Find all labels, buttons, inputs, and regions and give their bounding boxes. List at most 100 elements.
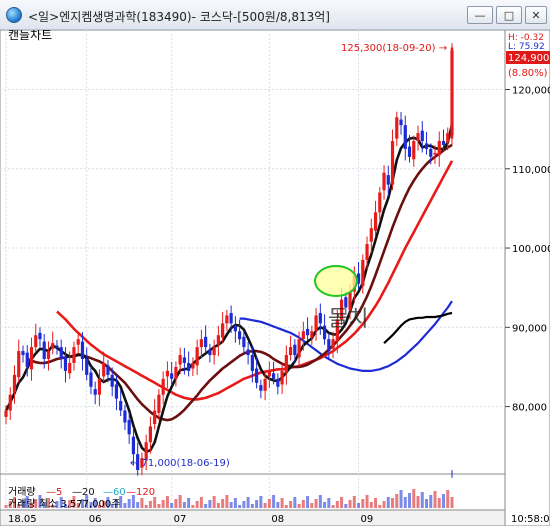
volume-bar	[272, 495, 276, 508]
candle-body	[246, 349, 250, 356]
min-price-annotation: ← 71,000(18-06-19)	[130, 458, 230, 469]
volume-bar	[446, 490, 450, 508]
candle-body	[441, 141, 446, 145]
y-tick-label: 120,000	[512, 85, 550, 96]
candle-body	[327, 339, 331, 352]
candle-body	[165, 370, 170, 377]
volume-bar	[369, 502, 373, 508]
volume-bar	[127, 499, 131, 508]
candle-body	[361, 259, 365, 287]
candle-body	[93, 389, 97, 395]
window-title: <일>엔지켐생명과학(183490)- 코스닥-[500원/8,813억]	[28, 10, 330, 24]
volume-bar	[437, 498, 441, 508]
window-titlebar: <일>엔지켐생명과학(183490)- 코스닥-[500원/8,813억] — …	[0, 0, 550, 30]
time-label: 10:58:03	[511, 514, 550, 525]
candle-body	[4, 410, 8, 417]
volume-bar	[276, 502, 280, 508]
app-globe-icon	[6, 7, 22, 23]
volume-bar	[399, 490, 403, 508]
candle-body	[191, 362, 195, 369]
candle-body	[267, 370, 271, 377]
volume-bar	[136, 502, 140, 508]
volume-bar	[284, 505, 288, 508]
volume-bar	[365, 495, 369, 508]
candle-body	[331, 339, 335, 349]
candle-body	[390, 141, 395, 185]
volume-bar	[153, 497, 157, 508]
volume-legend-title: 거래량	[8, 486, 36, 498]
candle-body	[12, 374, 17, 393]
candle-body	[369, 228, 373, 242]
volume-bar	[259, 496, 263, 508]
candle-body	[446, 133, 450, 143]
candle-body	[204, 336, 208, 348]
candle-body	[255, 368, 259, 383]
candle-body	[106, 365, 110, 375]
candle-body	[344, 297, 348, 308]
volume-bar	[442, 494, 446, 508]
candle-body	[182, 357, 186, 363]
volume-bar	[327, 498, 331, 508]
volume-bar	[293, 497, 297, 508]
candle-chart[interactable]: 캔들차트 125,300(18-09-20) → ← 71,000(18-06-…	[0, 30, 550, 526]
candle-body	[199, 339, 203, 348]
volume-bar	[161, 500, 165, 508]
candle-body	[114, 384, 119, 399]
candle-body	[314, 315, 318, 332]
volume-bar	[195, 501, 199, 508]
candle-body	[123, 410, 127, 423]
y-axis-panel	[504, 30, 550, 526]
x-tick-label: 09	[361, 514, 374, 525]
volume-bar	[204, 504, 208, 508]
volume-bar	[348, 500, 352, 508]
volume-bar	[174, 499, 178, 508]
volume-bar	[416, 496, 420, 508]
candle-body	[318, 313, 322, 324]
volume-bar	[280, 498, 284, 508]
volume-bar	[382, 501, 386, 508]
volume-bar	[357, 503, 361, 508]
minimize-button[interactable]: —	[467, 6, 493, 24]
candle-body	[42, 341, 46, 360]
chart-area[interactable]: 캔들차트 125,300(18-09-20) → ← 71,000(18-06-…	[0, 30, 550, 526]
candle-body	[97, 378, 102, 395]
volume-bar	[250, 504, 254, 508]
candle-body	[276, 378, 280, 387]
volume-bar	[344, 504, 348, 508]
volume-bar	[318, 495, 322, 508]
volume-bar	[246, 497, 250, 508]
volume-bar	[403, 497, 407, 508]
volume-bar	[199, 497, 203, 508]
candle-body	[51, 343, 55, 349]
candle-body	[17, 351, 21, 378]
volume-bar	[391, 498, 395, 508]
candle-body	[233, 325, 237, 332]
close-button[interactable]: ✕	[525, 6, 547, 24]
candle-body	[238, 331, 242, 340]
volume-bar	[420, 492, 424, 508]
candle-body	[212, 347, 216, 356]
candle-body	[399, 119, 403, 126]
volume-bar	[191, 505, 195, 508]
volume-bar	[263, 503, 267, 508]
volume-bar	[335, 501, 339, 508]
volume-bar	[225, 495, 229, 508]
candle-body	[305, 328, 310, 336]
restore-button[interactable]: □	[496, 6, 522, 24]
x-tick-label: 18.05	[8, 514, 37, 525]
candle-body	[153, 410, 157, 425]
candle-body	[403, 125, 407, 149]
candle-body	[293, 344, 297, 356]
candle-body	[272, 373, 276, 379]
volume-bar	[267, 499, 271, 508]
volume-bar	[221, 499, 225, 508]
volume-bar	[229, 502, 233, 508]
low-label: L: 75.92	[508, 42, 545, 52]
candle-body	[433, 152, 437, 155]
volume-bar	[340, 497, 344, 508]
volume-bar	[310, 503, 314, 508]
volume-bar	[306, 496, 310, 508]
volume-bar	[301, 500, 305, 508]
volume-legend-ma20: —20	[72, 487, 95, 498]
candle-body	[161, 378, 165, 395]
